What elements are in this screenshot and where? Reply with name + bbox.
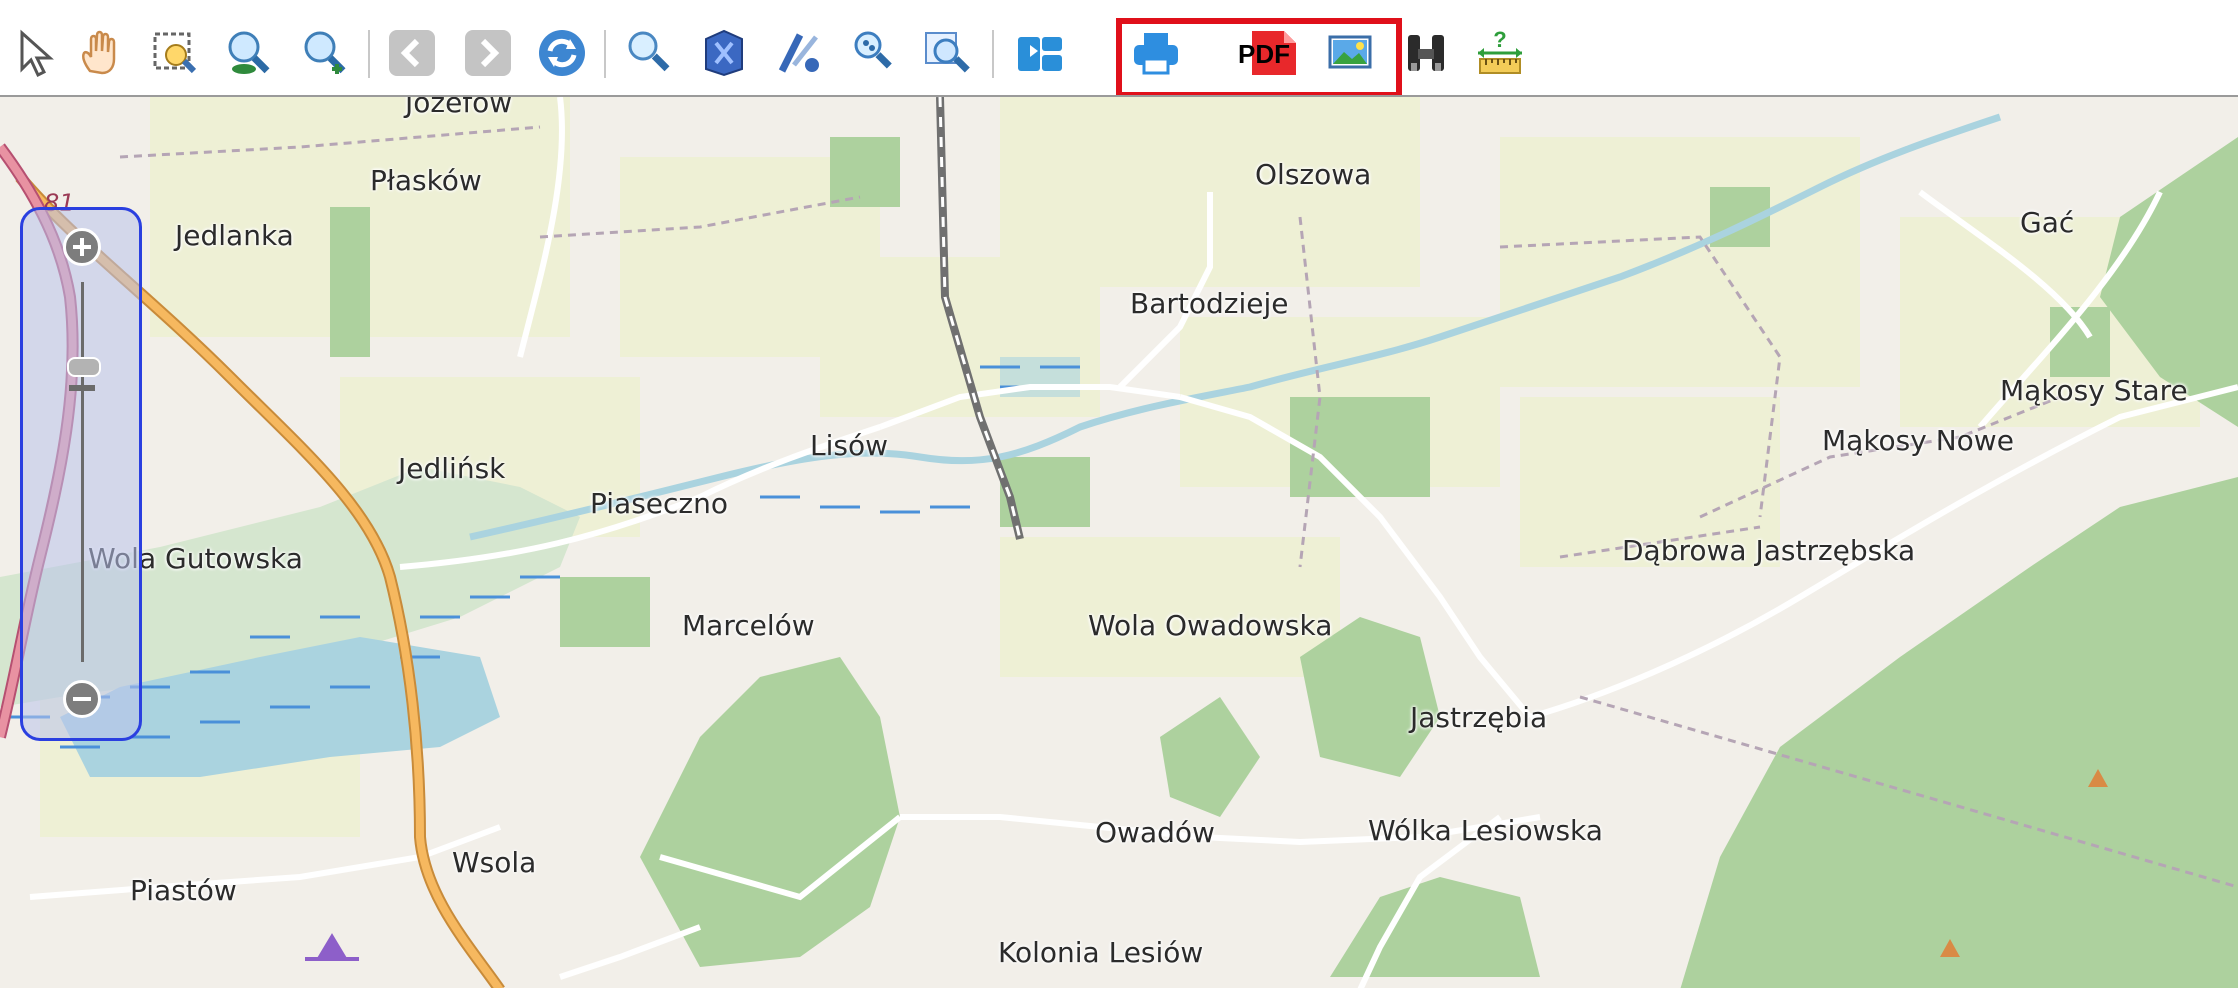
place-label: Wola Owadowska (1088, 609, 1333, 642)
pan-hand-icon[interactable] (72, 25, 128, 81)
zoom-to-extent-icon[interactable] (772, 25, 828, 81)
toolbar-separator (368, 30, 370, 78)
zoom-out-icon[interactable] (220, 25, 276, 81)
place-label: Jedlanka (175, 219, 294, 252)
zoom-box-icon[interactable] (146, 25, 202, 81)
map-toolbar: PDF ? (0, 0, 2238, 98)
place-label: Piastów (130, 874, 237, 907)
search-icon[interactable] (620, 25, 676, 81)
zoom-in-button[interactable] (63, 228, 101, 266)
place-label: Jedlińsk (398, 452, 506, 485)
place-label: Jastrzębia (1410, 701, 1548, 734)
toolbar-separator (992, 30, 994, 78)
zoom-previous-icon[interactable] (920, 25, 976, 81)
select-arrow-icon[interactable] (8, 25, 64, 81)
place-label: Dąbrowa Jastrzębska (1622, 534, 1916, 567)
zoom-in-icon[interactable] (296, 25, 352, 81)
place-label: Piaseczno (590, 487, 728, 520)
binoculars-icon[interactable] (1398, 25, 1454, 81)
place-label: Lisów (810, 429, 888, 462)
place-label: Owadów (1095, 816, 1215, 849)
place-label: Bartodzieje (1130, 287, 1289, 320)
place-label: Mąkosy Nowe (1822, 424, 2014, 457)
zoom-control (20, 207, 142, 741)
place-label: Kolonia Lesiów (998, 936, 1204, 969)
zoom-level-marker (59, 351, 105, 379)
place-label: Gać (2020, 206, 2075, 239)
zoom-slider-handle[interactable] (69, 385, 95, 392)
back-arrow-icon[interactable] (384, 25, 440, 81)
export-tools-highlight (1116, 18, 1402, 98)
map-view[interactable]: Józefów Płasków Jedlanka Olszowa Gać Bar… (0, 95, 2238, 988)
zoom-selection-icon[interactable] (846, 25, 902, 81)
zoom-to-layer-icon[interactable] (696, 25, 752, 81)
measure-help-mark: ? (1493, 27, 1506, 52)
place-label: Marcelów (682, 609, 815, 642)
layers-icon[interactable] (1012, 25, 1068, 81)
toolbar-separator (604, 30, 606, 78)
place-label: Józefów (405, 95, 513, 119)
place-label: Płasków (370, 164, 482, 197)
place-label: Wsola (452, 846, 537, 879)
zoom-out-button[interactable] (63, 680, 101, 718)
place-label: Wólka Lesiowska (1368, 814, 1603, 847)
place-label: Mąkosy Stare (2000, 374, 2188, 407)
measure-icon[interactable]: ? (1472, 25, 1528, 81)
forward-arrow-icon[interactable] (460, 25, 516, 81)
refresh-icon[interactable] (534, 25, 590, 81)
place-label: Olszowa (1255, 158, 1372, 191)
zoom-slider-track[interactable] (81, 282, 84, 662)
